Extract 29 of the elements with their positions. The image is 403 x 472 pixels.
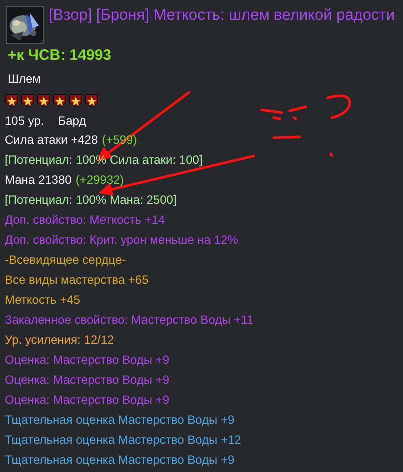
stat-text: Тщательная оценка Мастерство Воды +9	[5, 413, 235, 427]
stat-text: Закаленное свойство: Мастерство Воды +11	[5, 313, 254, 327]
item-class: Бард	[58, 113, 86, 130]
star-icon	[5, 94, 19, 108]
stat-text: [Потенциал: 100% Мана: 2500]	[5, 193, 177, 207]
stat-text: Меткость +45	[5, 293, 80, 307]
stat-text: Все виды мастерства +65	[5, 273, 149, 287]
star-icon	[37, 94, 51, 108]
item-bonus: +к ЧСВ: 14993	[7, 46, 113, 66]
stat-text: Доп. свойство: Крит. урон меньше на 12%	[5, 233, 238, 247]
stat-bonus: (+29932)	[76, 173, 124, 187]
star-icon	[53, 94, 67, 108]
stat-text: Сила атаки +428	[5, 133, 98, 147]
item-type: Шлем	[7, 71, 42, 88]
stat-text: Доп. свойство: Меткость +14	[5, 213, 166, 227]
stat-text: -Всевидящее сердце-	[5, 253, 126, 267]
stat-text: Оценка: Мастерство Воды +9	[5, 353, 170, 367]
stat-text: Оценка: Мастерство Воды +9	[5, 373, 170, 387]
stat-text: Ур. усиления: 12/12	[5, 333, 114, 347]
item-level: 105 ур.	[5, 113, 44, 130]
item-title: [Взор] [Броня] Меткость: шлем великой радости	[49, 6, 396, 26]
stat-text: Тщательная оценка Мастерство Воды +12	[5, 433, 242, 447]
stat-text: Тщательная оценка Мастерство Воды +9	[5, 453, 235, 467]
stat-text: Мана 21380	[5, 173, 72, 187]
star-icon	[85, 94, 99, 108]
star-icon	[21, 94, 35, 108]
stat-text: [Потенциал: 100% Сила атаки: 100]	[5, 153, 203, 167]
star-icon	[69, 94, 83, 108]
stat-text: Оценка: Мастерство Воды +9	[5, 393, 170, 407]
